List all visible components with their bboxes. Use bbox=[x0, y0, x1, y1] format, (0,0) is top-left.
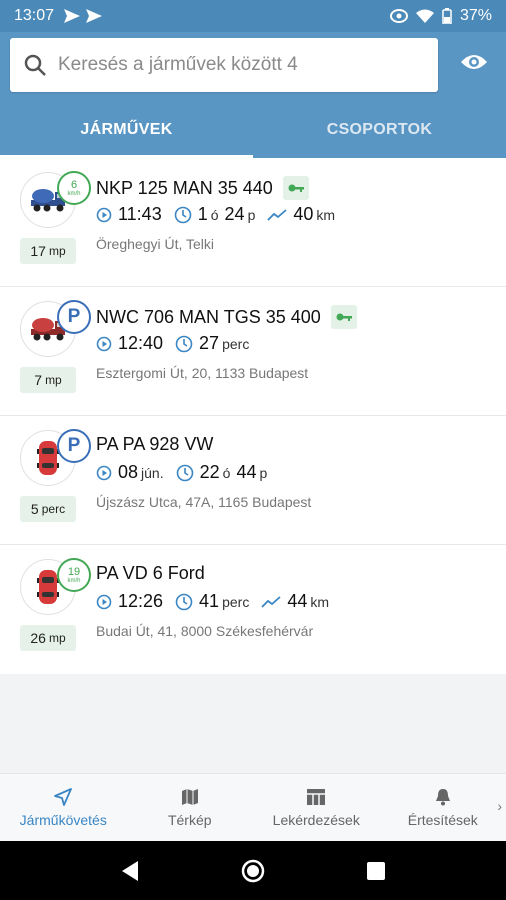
start-time: 11:43 bbox=[96, 204, 162, 225]
key-icon bbox=[282, 176, 309, 200]
vehicle-address: Budai Út, 41, 8000 Székesfehérvár bbox=[96, 623, 314, 639]
vehicle-name: PA PA 928 VW bbox=[96, 434, 214, 454]
clock-icon bbox=[175, 335, 193, 352]
last-update-badge: 5 perc bbox=[20, 496, 76, 522]
start-time: 08 jún. bbox=[96, 462, 164, 483]
parking-badge: P bbox=[57, 300, 91, 334]
send-icon bbox=[86, 9, 103, 23]
status-right: 37% bbox=[389, 7, 492, 25]
vehicle-name: NWC 706 MAN TGS 35 400 bbox=[96, 305, 357, 329]
clock-icon bbox=[175, 593, 193, 610]
map-icon bbox=[181, 788, 198, 805]
tab-bar: JÁRMŰVEK CSOPORTOK bbox=[0, 102, 506, 158]
vehicle-stats: 08 jún. 22 ó 44 p bbox=[96, 462, 279, 483]
nav-queries[interactable]: Lekérdezések bbox=[253, 774, 380, 841]
vehicle-address: Esztergomi Út, 20, 1133 Budapest bbox=[96, 365, 309, 381]
play-circle-icon bbox=[96, 594, 112, 609]
vehicle-address: Újszász Utca, 47A, 1165 Budapest bbox=[96, 494, 312, 510]
last-update-badge: 7 mp bbox=[20, 367, 76, 393]
tab-vehicles[interactable]: JÁRMŰVEK bbox=[0, 102, 253, 158]
key-icon bbox=[330, 305, 357, 329]
vehicle-row[interactable]: P 7 mp NWC 706 MAN TGS 35 400 12:40 27 per… bbox=[0, 287, 506, 416]
search-bar[interactable] bbox=[10, 38, 438, 92]
trend-icon bbox=[267, 208, 287, 221]
distance: 40 km bbox=[267, 204, 335, 225]
car-icon bbox=[37, 441, 59, 475]
start-time: 12:40 bbox=[96, 333, 163, 354]
status-bar: 13:07 37% bbox=[0, 0, 506, 32]
distance: 44 km bbox=[261, 591, 329, 612]
clock-icon bbox=[174, 206, 192, 223]
vehicle-row[interactable]: 19 km/h 26 mp PA VD 6 Ford 12:26 41 perc 4… bbox=[0, 545, 506, 674]
duration: 27 perc bbox=[175, 333, 249, 354]
bottom-navigation: Járműkövetés Térkép Lekérdezések Értesít… bbox=[0, 773, 506, 841]
nav-notifications[interactable]: Értesítések bbox=[380, 774, 506, 841]
eye-icon[interactable] bbox=[460, 52, 488, 72]
start-time: 12:26 bbox=[96, 591, 163, 612]
battery-icon bbox=[442, 8, 452, 24]
last-update-badge: 26 mp bbox=[20, 625, 76, 651]
search-icon bbox=[24, 54, 46, 76]
vehicle-row[interactable]: P 5 perc PA PA 928 VW 08 jún. 22 ó 44 p Újsz… bbox=[0, 416, 506, 545]
play-circle-icon bbox=[96, 336, 112, 351]
play-circle-icon bbox=[96, 207, 112, 222]
car-icon bbox=[37, 570, 59, 604]
table-icon bbox=[307, 788, 326, 805]
vehicle-name: PA VD 6 Ford bbox=[96, 563, 205, 583]
clock-icon bbox=[176, 464, 193, 481]
vehicle-stats: 12:26 41 perc 44 km bbox=[96, 591, 341, 612]
vehicle-stats: 11:43 1ó 24 p 40 km bbox=[96, 204, 347, 225]
speed-badge: 6 km/h bbox=[57, 171, 91, 205]
battery-percent: 37% bbox=[459, 7, 492, 24]
notification-icons bbox=[64, 9, 103, 23]
nav-map[interactable]: Térkép bbox=[127, 774, 254, 841]
trend-icon bbox=[261, 595, 281, 608]
status-time: 13:07 bbox=[14, 7, 55, 24]
vehicle-stats: 12:40 27 perc bbox=[96, 333, 261, 354]
search-input[interactable] bbox=[58, 54, 418, 76]
duration: 1ó 24 p bbox=[174, 204, 255, 225]
data-saver-icon bbox=[389, 9, 408, 23]
last-update-badge: 17 mp bbox=[20, 238, 76, 264]
vehicle-name: NKP 125 MAN 35 440 bbox=[96, 176, 309, 200]
duration: 22 ó 44 p bbox=[176, 462, 267, 483]
play-circle-icon bbox=[96, 465, 112, 480]
back-icon[interactable] bbox=[120, 860, 140, 882]
system-navigation-bar bbox=[0, 841, 506, 900]
app-header: JÁRMŰVEK CSOPORTOK bbox=[0, 32, 506, 158]
bell-icon bbox=[435, 788, 450, 805]
nav-vehicle-tracking[interactable]: Járműkövetés bbox=[0, 774, 127, 841]
vehicle-list: 6 km/h 17 mp NKP 125 MAN 35 440 11:43 1ó … bbox=[0, 158, 506, 674]
tab-groups[interactable]: CSOPORTOK bbox=[253, 102, 506, 158]
vehicle-row[interactable]: 6 km/h 17 mp NKP 125 MAN 35 440 11:43 1ó … bbox=[0, 158, 506, 287]
recents-icon[interactable] bbox=[366, 861, 386, 881]
duration: 41 perc bbox=[175, 591, 249, 612]
vehicle-address: Öreghegyi Út, Telki bbox=[96, 236, 215, 252]
parking-badge: P bbox=[57, 429, 91, 463]
speed-badge: 19 km/h bbox=[57, 558, 91, 592]
chevron-right-icon[interactable]: › bbox=[497, 798, 502, 814]
wifi-icon bbox=[415, 9, 434, 23]
send-icon bbox=[64, 9, 81, 23]
navigation-arrow-icon bbox=[54, 787, 73, 806]
home-icon[interactable] bbox=[241, 859, 265, 883]
